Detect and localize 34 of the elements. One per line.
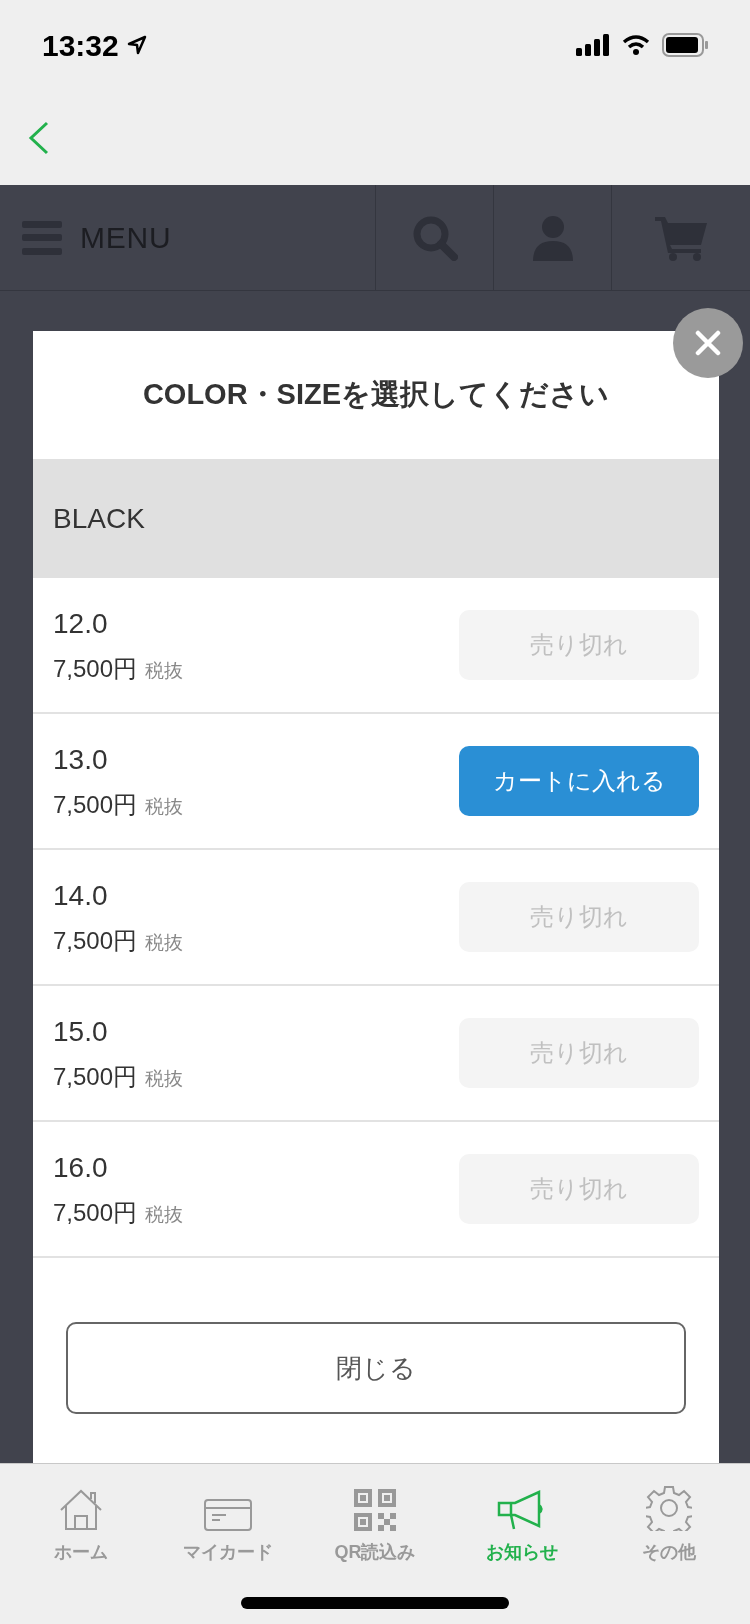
signal-icon: [576, 34, 610, 56]
settings-icon: [645, 1485, 692, 1531]
card-icon: [204, 1499, 253, 1531]
wifi-icon: [622, 34, 650, 56]
tax-label: 税抜: [145, 659, 184, 683]
price-label: 7,500円: [53, 790, 138, 820]
size-label: 15.0: [53, 1015, 109, 1049]
size-label: 14.0: [53, 879, 109, 913]
status-time: 13:32: [42, 27, 119, 64]
tab-item[interactable]: ホーム: [8, 1478, 155, 1566]
location-icon: [126, 35, 147, 55]
back-icon[interactable]: [28, 120, 50, 155]
size-label: 16.0: [53, 1151, 109, 1185]
tax-label: 税抜: [145, 1203, 184, 1227]
tab-item[interactable]: マイカード: [154, 1478, 302, 1566]
tax-label: 税抜: [145, 1067, 184, 1091]
battery-icon: [662, 33, 708, 57]
price-label: 7,500円: [53, 1062, 138, 1092]
tab-item[interactable]: その他: [595, 1478, 742, 1566]
modal-title: COLOR・SIZEを選択してください: [142, 377, 610, 413]
close-button[interactable]: 閉じる: [66, 1322, 686, 1414]
tax-label: 税抜: [145, 931, 184, 955]
tax-label: 税抜: [145, 795, 184, 819]
size-label: 13.0: [53, 743, 109, 777]
home-icon: [59, 1489, 104, 1531]
price-label: 7,500円: [53, 926, 138, 956]
price-label: 7,500円: [53, 654, 138, 684]
price-label: 7,500円: [53, 1198, 138, 1228]
qr-code-icon: [354, 1489, 396, 1531]
add-to-cart-button[interactable]: カートに入れる: [459, 746, 699, 816]
size-label: 12.0: [53, 607, 109, 641]
tab-item[interactable]: QR読込み: [301, 1478, 449, 1566]
color-label: BLACK: [53, 501, 145, 536]
tab-item[interactable]: お知らせ: [448, 1478, 596, 1566]
